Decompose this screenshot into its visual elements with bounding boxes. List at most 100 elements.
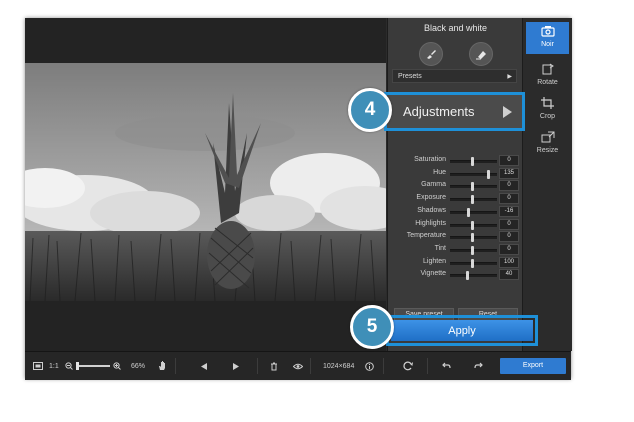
zoom-slider[interactable] [76,352,110,380]
slider-row-lighten: Lighten 100 [388,256,523,269]
slider-track[interactable] [450,271,497,281]
slider-label: Tint [434,244,446,252]
slider-knob[interactable] [471,220,474,230]
slider-value-field[interactable]: 135 [499,167,519,179]
slider-track[interactable] [450,182,497,192]
slider-track[interactable] [450,207,497,217]
slider-track[interactable] [450,220,497,230]
brush-icon [426,50,436,59]
undo-button[interactable] [442,352,451,380]
slider-value-field[interactable]: 40 [499,269,519,281]
slider-value-field[interactable]: 100 [499,256,519,268]
divider [383,358,384,374]
fit-screen-button[interactable] [33,352,43,380]
presets-label: Presets [398,73,422,80]
divider [257,358,258,374]
tool-resize[interactable]: Resize [526,128,569,160]
tool-label: Noir [541,41,554,48]
slider-knob[interactable] [471,157,474,166]
adjustments-section-button[interactable]: Adjustments [384,92,525,131]
brush-tools [388,42,523,66]
photo-preview[interactable] [25,63,386,301]
eye-icon [293,363,303,369]
slider-value-field[interactable]: 0 [499,193,519,205]
slider-knob[interactable] [471,195,474,205]
slider-row-vignette: Vignette 40 [388,269,523,281]
slider-track[interactable] [450,169,497,179]
slider-knob[interactable] [471,245,474,255]
slider-row-saturation: Saturation 0 [388,155,523,167]
slider-knob[interactable] [471,182,474,192]
slider-label: Saturation [414,156,446,163]
eraser-button[interactable] [468,42,493,66]
slider-track[interactable] [450,258,497,268]
presets-dropdown[interactable]: Presets ▶ [392,69,517,83]
redo-icon [474,362,483,369]
export-button[interactable]: Export [500,358,566,374]
adjustment-panel: Black and white Presets ▶ Saturation 0 Hue… [387,18,523,351]
slider-value-field[interactable]: 0 [499,155,519,166]
preview-toggle[interactable] [293,352,303,380]
tool-label: Crop [539,113,556,120]
slider-track[interactable] [450,157,497,166]
slider-knob[interactable] [465,271,469,281]
tool-label: Resize [536,147,559,154]
next-button[interactable] [233,352,239,380]
slider-value-field[interactable]: -16 [499,205,519,217]
delete-button[interactable] [270,352,278,380]
slider-value-field[interactable]: 0 [499,218,519,230]
canvas-area [25,18,386,351]
apply-highlight: Apply [386,315,538,346]
apply-button[interactable]: Apply [391,320,533,341]
step-badge-4: 4 [348,88,392,132]
divider [427,358,428,374]
slider-track[interactable] [450,233,497,243]
slider-label: Temperature [406,232,446,240]
bottom-toolbar: 1:1 66% 1024×684 Export [25,351,571,380]
eraser-icon [475,51,486,60]
zoom-value: 66% [131,362,146,370]
chevron-right-icon: ▶ [507,74,512,80]
info-button[interactable] [365,352,374,380]
previous-button[interactable] [201,352,207,380]
zoom-slider-knob[interactable] [76,362,79,370]
right-toolbar: Noir Rotate Crop Resize [522,18,572,351]
slider-track[interactable] [450,245,497,255]
slider-knob[interactable] [467,207,471,217]
divider [175,358,176,374]
divider [310,358,311,374]
zoom-out-icon[interactable] [65,352,73,380]
slider-row-tint: Tint 0 [388,243,523,256]
crop-icon [540,97,554,109]
trash-icon [271,362,277,370]
triangle-right-icon [503,106,512,118]
slider-label: Exposure [416,194,446,202]
slider-row-shadows: Shadows -16 [388,205,523,218]
slider-label: Highlights [415,219,446,227]
tool-rotate[interactable]: Rotate [526,60,569,92]
zoom-in-icon[interactable] [113,352,121,380]
slider-value-field[interactable]: 0 [499,243,519,255]
tool-noir[interactable]: Noir [526,22,569,54]
actual-size-button[interactable]: 1:1 [49,352,59,380]
slider-knob[interactable] [471,258,474,268]
slider-row-gamma: Gamma 0 [388,180,523,192]
triangle-left-icon [201,362,207,370]
slider-value-field[interactable]: 0 [499,231,519,243]
slider-knob[interactable] [487,169,491,179]
slider-label: Gamma [421,181,446,189]
slider-value-field[interactable]: 0 [499,180,519,192]
refresh-button[interactable] [403,352,413,380]
slider-track[interactable] [450,195,497,205]
brush-button[interactable] [418,42,443,66]
redo-button[interactable] [474,352,483,380]
hand-tool-button[interactable] [158,352,167,380]
slider-row-highlights: Highlights 0 [388,218,523,231]
filter-title: Black and white [423,23,488,33]
info-icon [365,361,374,371]
slider-label: Shadows [417,206,446,214]
slider-knob[interactable] [471,233,474,243]
rotate-icon [542,63,554,75]
tool-crop[interactable]: Crop [526,94,569,126]
slider-label: Lighten [423,257,446,265]
